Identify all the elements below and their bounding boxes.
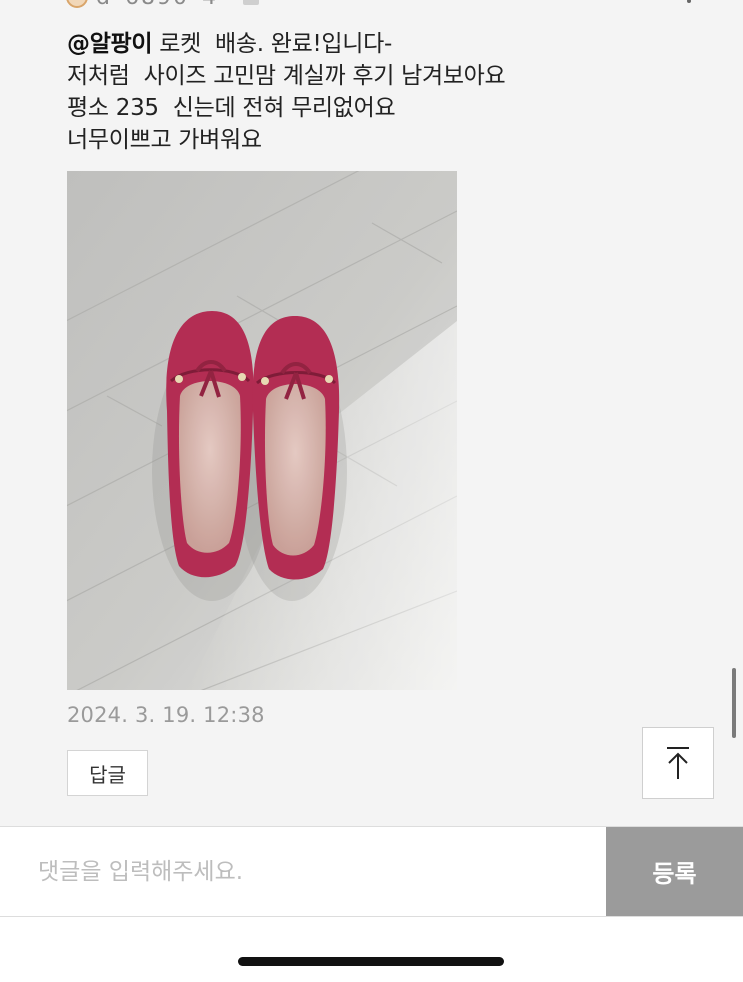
scrollbar[interactable] bbox=[732, 668, 736, 738]
mention-link[interactable]: @알팡이 bbox=[67, 31, 153, 57]
avatar[interactable] bbox=[66, 0, 88, 8]
scroll-to-top-button[interactable] bbox=[642, 727, 714, 799]
more-options-icon[interactable] bbox=[687, 0, 691, 3]
shoe-photo-image bbox=[67, 171, 457, 690]
comment-area: d*6890*4* @알팡이 로켓 배송. 완료!입니다- 저처럼 사이즈 고민… bbox=[0, 0, 743, 826]
comment-text: 평소 235 신는데 전혀 무리없어요 bbox=[67, 95, 396, 121]
reply-button[interactable]: 답글 bbox=[67, 750, 148, 796]
comment-body: @알팡이 로켓 배송. 완료!입니다- 저처럼 사이즈 고민맘 계실까 후기 남… bbox=[67, 28, 506, 156]
comment-author[interactable]: d*6890*4* bbox=[66, 0, 259, 10]
comment-text: 저처럼 사이즈 고민맘 계실까 후기 남겨보아요 bbox=[67, 63, 506, 89]
comment-input[interactable] bbox=[0, 827, 606, 916]
submit-button[interactable]: 등록 bbox=[606, 827, 743, 916]
home-indicator[interactable] bbox=[238, 957, 504, 966]
author-id[interactable]: d*6890*4* bbox=[96, 0, 231, 10]
comment-timestamp: 2024. 3. 19. 12:38 bbox=[67, 703, 265, 727]
comment-text: 너무이쁘고 가벼워요 bbox=[67, 127, 262, 153]
review-photo[interactable] bbox=[67, 171, 457, 690]
author-badge-icon bbox=[242, 0, 259, 5]
arrow-up-icon bbox=[667, 747, 689, 779]
comment-input-bar: 등록 bbox=[0, 826, 743, 917]
comment-first-line: @알팡이 로켓 배송. 완료!입니다- bbox=[67, 28, 505, 60]
comment-text: 로켓 배송. 완료!입니다- bbox=[152, 31, 392, 57]
